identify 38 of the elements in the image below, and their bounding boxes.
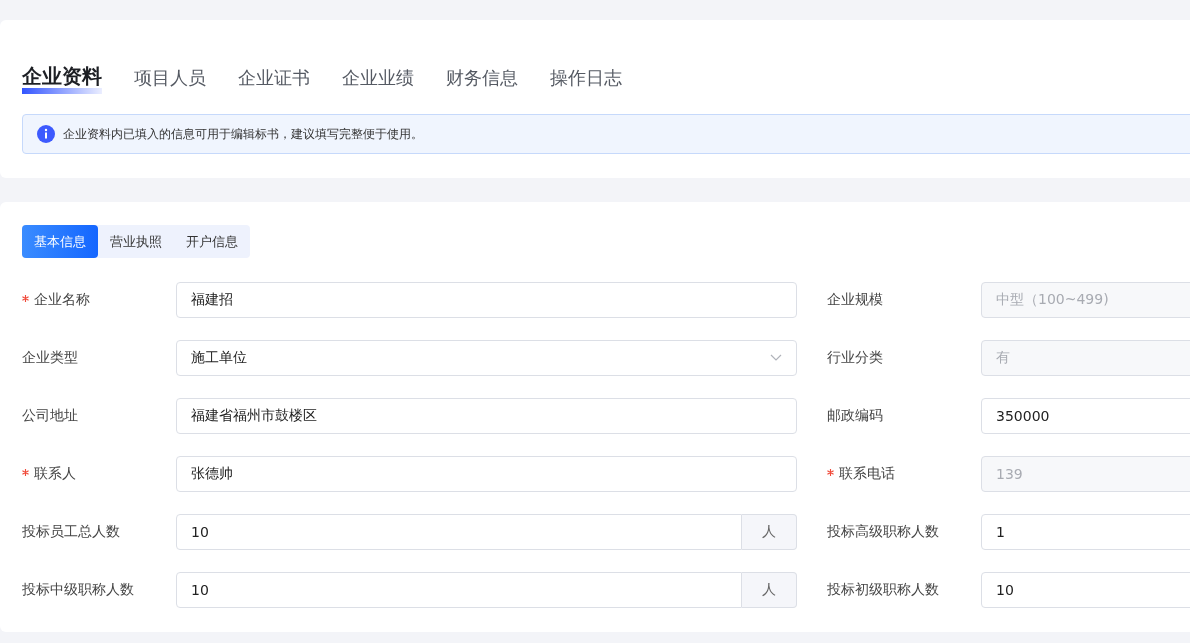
- sub-tab[interactable]: 开户信息: [174, 225, 250, 258]
- chevron-down-icon: [770, 354, 782, 362]
- tab[interactable]: 企业业绩: [342, 66, 414, 94]
- input-field[interactable]: 1: [981, 514, 1190, 550]
- field-label: 投标初级职称人数: [827, 581, 939, 599]
- field-label: 企业类型: [22, 349, 78, 367]
- input-field[interactable]: 福建省福州市鼓楼区: [176, 398, 797, 434]
- field-label: 投标中级职称人数: [22, 581, 134, 599]
- input-field[interactable]: 张德帅: [176, 456, 797, 492]
- field-label: 公司地址: [22, 407, 78, 425]
- field-label: 企业规模: [827, 291, 883, 309]
- unit-addon: 人: [742, 514, 797, 550]
- required-asterisk-icon: [827, 468, 834, 476]
- input-field[interactable]: 10: [981, 572, 1190, 608]
- field-label: 投标高级职称人数: [827, 523, 939, 541]
- tab[interactable]: 企业证书: [238, 66, 310, 94]
- sub-tab[interactable]: 基本信息: [22, 225, 98, 258]
- notice-text: 企业资料内已填入的信息可用于编辑标书，建议填写完整便于使用。: [63, 125, 423, 143]
- field-label: 投标员工总人数: [22, 523, 120, 541]
- select-field[interactable]: 施工单位: [176, 340, 797, 376]
- required-asterisk-icon: [22, 294, 29, 302]
- info-icon: [37, 125, 55, 143]
- input-field[interactable]: 福建招: [176, 282, 797, 318]
- field-label: 邮政编码: [827, 407, 883, 425]
- field-label: 联系电话: [839, 465, 895, 483]
- tab[interactable]: 项目人员: [134, 66, 206, 94]
- tab[interactable]: 财务信息: [446, 66, 518, 94]
- input-field[interactable]: 350000: [981, 398, 1190, 434]
- field-label: 行业分类: [827, 349, 883, 367]
- field-label: 企业名称: [34, 291, 90, 309]
- unit-addon: 人: [742, 572, 797, 608]
- field-label: 联系人: [34, 465, 76, 483]
- sub-tab[interactable]: 营业执照: [98, 225, 174, 258]
- required-asterisk-icon: [22, 468, 29, 476]
- tab[interactable]: 企业资料: [22, 63, 102, 94]
- input-field[interactable]: 10: [176, 572, 742, 608]
- input-field[interactable]: 10: [176, 514, 742, 550]
- tab[interactable]: 操作日志: [550, 66, 622, 94]
